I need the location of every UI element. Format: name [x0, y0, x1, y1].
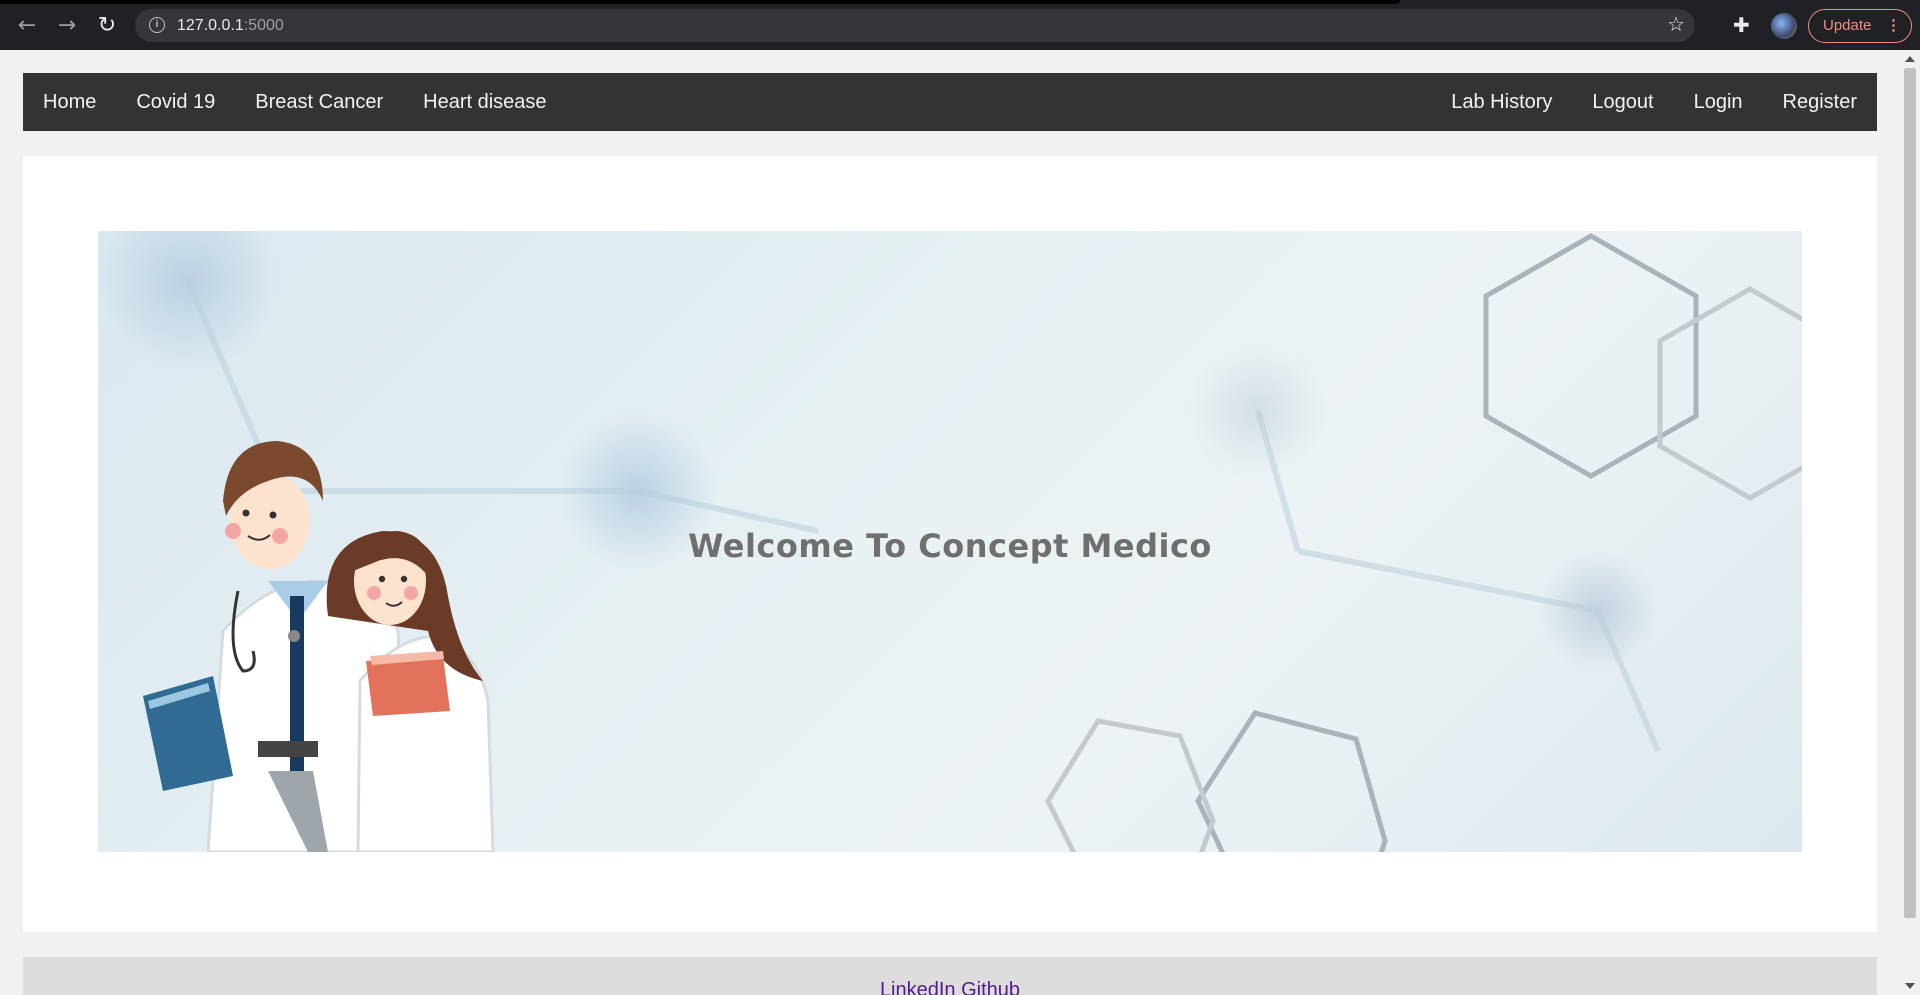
page-footer: LinkedIn Github: [23, 957, 1877, 995]
tab-strip: [0, 0, 1400, 4]
browser-toolbar: ← → ↻ i 127.0.0.1:5000 ☆ ✚ Update ⋮: [0, 0, 1920, 50]
hero-title: Welcome To Concept Medico: [688, 527, 1212, 565]
back-arrow-icon[interactable]: ←: [12, 11, 42, 41]
reload-icon[interactable]: ↻: [92, 11, 122, 41]
nav-home-link[interactable]: Home: [23, 73, 116, 131]
more-menu-icon: ⋮: [1886, 17, 1901, 34]
footer-github-link[interactable]: Github: [961, 979, 1020, 995]
nav-lab-history-link[interactable]: Lab History: [1431, 73, 1572, 131]
top-navigation: Home Covid 19 Breast Cancer Heart diseas…: [23, 73, 1877, 131]
scroll-down-arrow-icon[interactable]: [1905, 983, 1915, 989]
content-card: Welcome To Concept Medico: [23, 156, 1877, 932]
scroll-thumb[interactable]: [1904, 68, 1916, 918]
nav-logout-link[interactable]: Logout: [1572, 73, 1673, 131]
page-viewport: Home Covid 19 Breast Cancer Heart diseas…: [0, 50, 1900, 995]
bookmark-star-icon[interactable]: ☆: [1667, 12, 1685, 36]
nav-right-group: Lab History Logout Login Register: [1431, 73, 1877, 131]
url-port: :5000: [243, 17, 284, 34]
url-text[interactable]: 127.0.0.1:5000: [177, 17, 284, 35]
forward-arrow-icon[interactable]: →: [52, 11, 82, 41]
nav-breast-cancer-link[interactable]: Breast Cancer: [235, 73, 403, 131]
nav-register-link[interactable]: Register: [1763, 73, 1877, 131]
site-info-icon[interactable]: i: [149, 17, 165, 33]
extensions-puzzle-icon[interactable]: ✚: [1733, 13, 1750, 37]
scroll-up-arrow-icon[interactable]: [1905, 56, 1915, 62]
update-label: Update: [1823, 17, 1872, 34]
profile-avatar[interactable]: [1771, 13, 1797, 39]
update-button[interactable]: Update ⋮: [1808, 9, 1912, 43]
footer-links: LinkedIn Github: [23, 979, 1877, 995]
vertical-scrollbar[interactable]: [1900, 50, 1920, 995]
nav-left-group: Home Covid 19 Breast Cancer Heart diseas…: [23, 73, 567, 131]
nav-covid19-link[interactable]: Covid 19: [116, 73, 235, 131]
url-host: 127.0.0.1: [177, 17, 244, 34]
footer-linkedin-link[interactable]: LinkedIn: [880, 979, 956, 995]
nav-login-link[interactable]: Login: [1674, 73, 1763, 131]
nav-heart-disease-link[interactable]: Heart disease: [403, 73, 566, 131]
address-bar[interactable]: i 127.0.0.1:5000 ☆: [135, 9, 1695, 42]
hero-banner: Welcome To Concept Medico: [98, 231, 1802, 852]
